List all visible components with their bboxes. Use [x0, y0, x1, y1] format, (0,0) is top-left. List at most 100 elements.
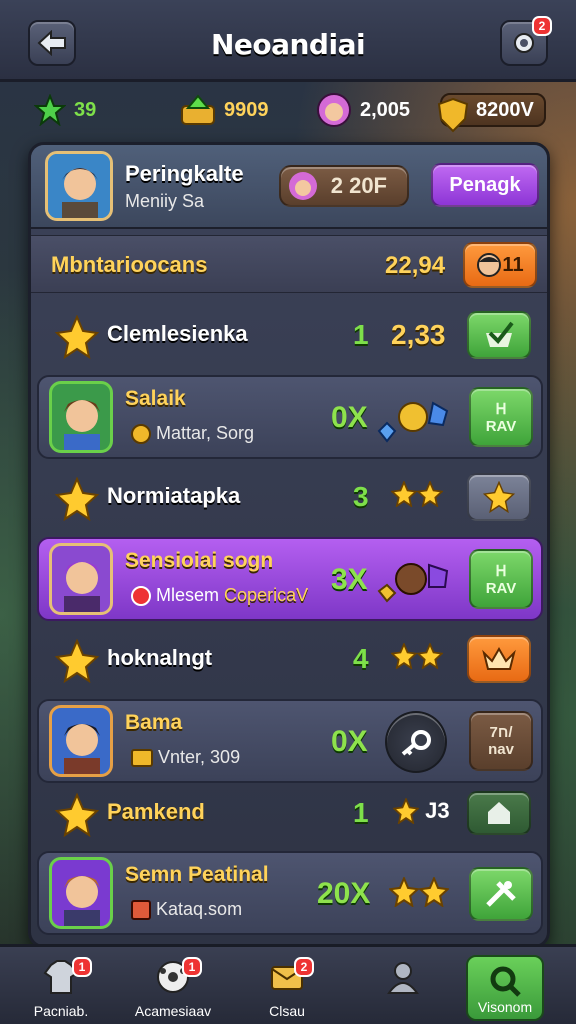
profile-subtitle: Meniiy Sa — [125, 191, 205, 211]
player-portrait-icon — [64, 400, 100, 450]
row-rank: 1 — [353, 797, 369, 828]
list-item[interactable]: Semn Peatinal Kataq.som 20X — [37, 851, 543, 935]
profile-action-button[interactable]: Penagk — [431, 163, 539, 207]
key-button[interactable] — [385, 711, 447, 773]
tab-character[interactable] — [348, 947, 458, 1024]
row-action-button[interactable]: ᕼ RAV — [469, 387, 533, 447]
notification-badge: 2 — [532, 16, 552, 36]
section-title: Mbntarioocans — [51, 252, 208, 277]
multiplier: 0X — [331, 401, 368, 434]
profile-name: Peringkalte — [125, 161, 244, 186]
tab-badge: 2 — [294, 957, 314, 977]
list-item[interactable]: Normiatapka 3 — [37, 463, 543, 537]
face-icon — [477, 253, 502, 277]
row-label: Pamkend — [107, 799, 205, 824]
list-item[interactable]: hoknalngt 4 — [37, 625, 543, 699]
gold-star-icon — [55, 477, 99, 521]
profile-avatar[interactable] — [45, 151, 113, 221]
row-rank: 4 — [353, 643, 369, 674]
gold-star-icon — [419, 877, 449, 907]
row-action-button[interactable] — [467, 791, 531, 835]
key-icon — [401, 730, 431, 756]
player-name: Sensioiai sogn — [125, 549, 274, 572]
list-item[interactable]: Pamkend 1 J3 — [37, 779, 543, 853]
player-avatar — [49, 381, 113, 453]
currency-gold[interactable]: 8200V — [437, 92, 546, 132]
bottom-tab-bar: 1 Pacniab. 1 Acamesiaav 2 Clsau Visonom — [0, 944, 576, 1024]
section-badge-button[interactable]: 11 — [463, 242, 537, 288]
multiplier: 0X — [331, 725, 368, 758]
gem-chest-icon — [181, 94, 215, 125]
player-sub: Vnter, 309 — [131, 747, 240, 768]
list-item[interactable]: Salaik Mattar, Sorg 0X ᕼ RAV — [37, 375, 543, 459]
tab-label: Acamesiaav — [134, 1003, 212, 1019]
row-rank: 3 — [353, 481, 369, 512]
tab-packs[interactable]: 1 Pacniab. — [6, 947, 116, 1024]
list-item[interactable]: Clemlesienka 1 2,33 — [37, 301, 543, 375]
player-name: Bama — [125, 711, 183, 734]
tab-label: Clsau — [269, 1003, 305, 1019]
rewards-icon — [377, 401, 449, 443]
row-action-button[interactable] — [469, 867, 533, 921]
tab-badge: 1 — [182, 957, 202, 977]
list-item-highlighted[interactable]: Sensioiai sogn Mlesem CopericaV 3X ᕼ RAV — [37, 537, 543, 621]
page-title: Neoandiai — [210, 28, 366, 61]
tools-icon — [486, 881, 516, 907]
gold-star-icon — [417, 481, 443, 507]
player-portrait-icon — [64, 724, 100, 774]
multiplier: 3X — [331, 563, 368, 596]
multiplier: 20X — [317, 877, 371, 910]
player-sub: Kataq.som — [131, 899, 242, 921]
row-label: hoknalngt — [107, 645, 213, 670]
gold-star-icon — [391, 643, 417, 669]
player-portrait-icon — [64, 876, 100, 926]
row-label: Normiatapka — [107, 483, 241, 508]
avatar-icon — [289, 172, 317, 200]
list-item[interactable]: Bama Vnter, 309 0X ח7/ nav — [37, 699, 543, 783]
settings-button[interactable]: 2 — [500, 16, 552, 66]
row-value: 2,33 — [391, 319, 446, 350]
tab-label: Visonom — [477, 999, 533, 1015]
player-portrait-icon — [48, 154, 110, 218]
stars-rating — [389, 877, 449, 912]
currency-stars[interactable]: 39 — [34, 92, 96, 128]
row-action-button[interactable] — [467, 635, 531, 683]
gold-star-icon — [55, 315, 99, 359]
magnifier-icon — [490, 966, 521, 997]
tab-vision-active[interactable]: Visonom — [466, 955, 544, 1021]
gold-shield-icon — [437, 97, 469, 132]
crown-icon — [131, 749, 153, 768]
stars-rating — [391, 643, 443, 674]
green-star-icon — [34, 94, 66, 126]
row-label: Clemlesienka — [107, 321, 248, 346]
check-basket-icon — [486, 321, 514, 347]
player-portrait-icon — [64, 562, 100, 612]
coin-icon — [131, 424, 151, 445]
player-avatar — [49, 705, 113, 777]
currency-friends[interactable]: 2,005 — [316, 92, 410, 128]
stars-rating: J3 — [393, 797, 450, 825]
tab-label: Pacniab. — [33, 1003, 89, 1019]
house-icon — [488, 802, 510, 824]
profile-score-pill[interactable]: 2 20F — [279, 165, 409, 207]
row-action-button[interactable]: ᕼ RAV — [469, 549, 533, 609]
player-name: Semn Peatinal — [125, 863, 269, 886]
row-action-button[interactable]: ח7/ nav — [469, 711, 533, 771]
row-action-button[interactable] — [467, 311, 531, 359]
top-bar: Neoandiai 2 — [0, 0, 576, 82]
section-value: 22,94 — [385, 252, 446, 279]
gold-star-icon — [417, 643, 443, 669]
character-icon — [387, 962, 419, 994]
currency-gems[interactable]: 9909 — [180, 92, 269, 128]
row-action-button[interactable] — [467, 473, 531, 521]
gold-star-icon — [393, 798, 419, 825]
section-title-row: Mbntarioocans 22,94 11 — [31, 235, 547, 293]
tab-academy[interactable]: 1 Acamesiaav — [118, 947, 228, 1024]
player-name: Salaik — [125, 387, 186, 410]
stars-rating — [391, 481, 443, 512]
player-sub: Mattar, Sorg — [131, 423, 254, 445]
leaderboard-panel: Peringkalte Meniiy Sa 2 20F Penagk Mbnta… — [28, 142, 550, 948]
gold-star-icon — [483, 481, 515, 513]
crown-icon — [482, 647, 516, 670]
tab-clsau[interactable]: 2 Clsau — [232, 947, 342, 1024]
